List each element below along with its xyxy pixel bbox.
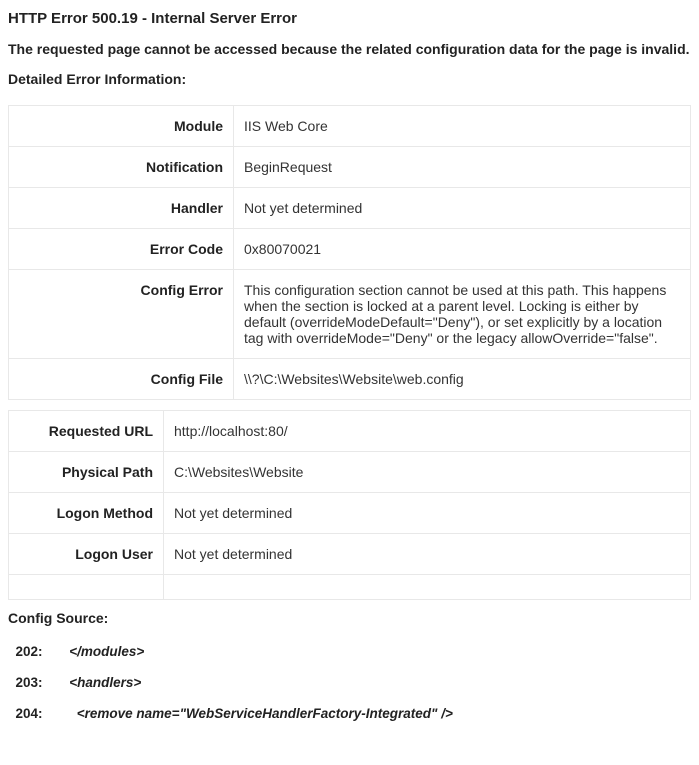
label-requested-url: Requested URL: [9, 411, 164, 452]
value-handler: Not yet determined: [234, 188, 691, 229]
config-source-line: 202: </modules>: [8, 644, 691, 659]
line-number: 204:: [8, 706, 58, 721]
table-row: Error Code 0x80070021: [9, 229, 691, 270]
line-code: <remove name="WebServiceHandlerFactory-I…: [58, 706, 453, 721]
value-requested-url: http://localhost:80/: [164, 411, 691, 452]
table-row: Config Error This configuration section …: [9, 270, 691, 359]
value-physical-path: C:\Websites\Website: [164, 452, 691, 493]
value-logon-user: Not yet determined: [164, 534, 691, 575]
config-source-heading: Config Source:: [8, 610, 691, 626]
line-number: 202:: [8, 644, 58, 659]
label-config-error: Config Error: [9, 270, 234, 359]
detail-table-1: Module IIS Web Core Notification BeginRe…: [8, 105, 691, 400]
label-error-code: Error Code: [9, 229, 234, 270]
detail-table-2: Requested URL http://localhost:80/ Physi…: [8, 410, 691, 600]
value-module: IIS Web Core: [234, 106, 691, 147]
config-source-line-highlight: 203: <handlers>: [8, 675, 691, 690]
table-row: Notification BeginRequest: [9, 147, 691, 188]
value-logon-method: Not yet determined: [164, 493, 691, 534]
table-row: Requested URL http://localhost:80/: [9, 411, 691, 452]
label-notification: Notification: [9, 147, 234, 188]
value-error-code: 0x80070021: [234, 229, 691, 270]
value-notification: BeginRequest: [234, 147, 691, 188]
label-empty: [9, 575, 164, 600]
value-empty: [164, 575, 691, 600]
config-source-section: Config Source: 202: </modules> 203: <han…: [8, 610, 691, 721]
detail-heading: Detailed Error Information:: [8, 71, 691, 87]
value-config-error: This configuration section cannot be use…: [234, 270, 691, 359]
table-row: Logon User Not yet determined: [9, 534, 691, 575]
table-row: Module IIS Web Core: [9, 106, 691, 147]
label-logon-method: Logon Method: [9, 493, 164, 534]
label-physical-path: Physical Path: [9, 452, 164, 493]
label-module: Module: [9, 106, 234, 147]
table-row: Config File \\?\C:\Websites\Website\web.…: [9, 359, 691, 400]
config-source-line: 204: <remove name="WebServiceHandlerFact…: [8, 706, 691, 721]
line-code: <handlers>: [58, 675, 141, 690]
table-row: Handler Not yet determined: [9, 188, 691, 229]
line-number: 203:: [8, 675, 58, 690]
label-handler: Handler: [9, 188, 234, 229]
line-code: </modules>: [58, 644, 144, 659]
table-row: Logon Method Not yet determined: [9, 493, 691, 534]
label-logon-user: Logon User: [9, 534, 164, 575]
label-config-file: Config File: [9, 359, 234, 400]
error-title: HTTP Error 500.19 - Internal Server Erro…: [8, 10, 691, 27]
table-row: Physical Path C:\Websites\Website: [9, 452, 691, 493]
table-row-empty: [9, 575, 691, 600]
error-subtitle: The requested page cannot be accessed be…: [8, 41, 691, 57]
value-config-file: \\?\C:\Websites\Website\web.config: [234, 359, 691, 400]
